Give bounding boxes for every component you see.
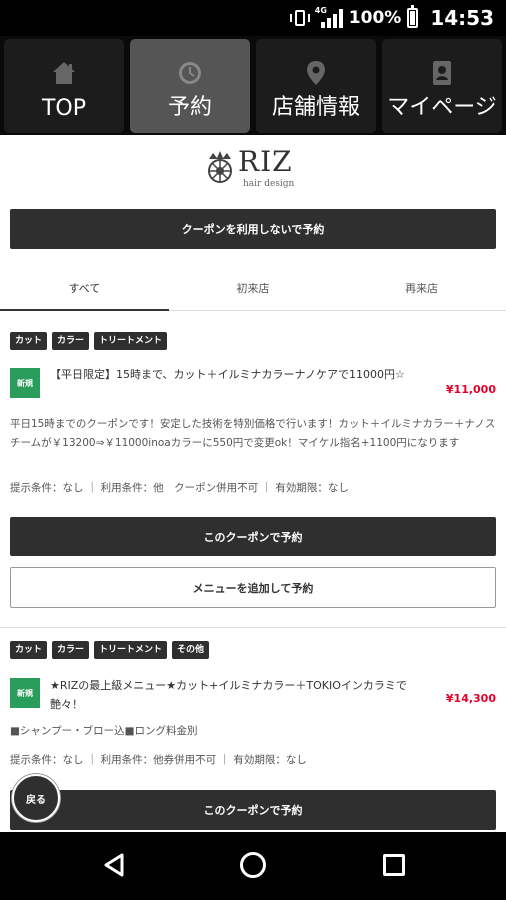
new-customer-badge: 新規	[10, 678, 40, 708]
coupon-divider	[0, 627, 506, 628]
main-content: RIZ hair design クーポンを利用しないで予約 すべて 初来店 再来…	[0, 135, 506, 832]
coupon-filter-tabs: すべて 初来店 再来店	[0, 265, 506, 311]
nav-tab-label: 店舗情報	[271, 94, 360, 120]
coupon-tag: カット	[10, 332, 48, 350]
home-icon	[53, 61, 75, 84]
coupon-tag: トリートメント	[94, 641, 168, 659]
salon-logo: RIZ hair design	[205, 145, 305, 189]
coupon-conditions: 提示条件：なし ｜ 利用条件：他券併用不可 ｜ 有効期限：なし	[10, 754, 307, 766]
back-triangle-icon[interactable]	[103, 852, 125, 878]
coupon-description: ■シャンプー・ブロー込■ロング料金別	[10, 725, 198, 737]
status-bar: 4G 100% 14:53	[0, 0, 506, 36]
coupon-title[interactable]: 【平日限定】15時まで、カット＋イルミナカラーナノケアで11000円☆	[50, 365, 430, 384]
logo-emblem-icon	[208, 151, 232, 183]
system-nav-bar	[0, 832, 506, 900]
home-circle-icon[interactable]	[240, 852, 266, 878]
coupon-description: 平日15時までのクーポンです！安定した技術を特別価格で行います！カット＋イルミナ…	[10, 418, 496, 449]
recent-apps-icon[interactable]	[383, 854, 405, 876]
coupon-tag: その他	[172, 641, 210, 659]
nav-tab-reserve[interactable]: 予約	[130, 38, 250, 133]
tab-first-visit[interactable]: 初来店	[169, 265, 338, 310]
coupon-price: ¥11,000	[445, 383, 496, 396]
clock: 14:53	[430, 6, 494, 30]
reserve-without-coupon-button[interactable]: クーポンを利用しないで予約	[10, 209, 496, 249]
coupon-tag: トリートメント	[94, 332, 168, 350]
coupon-conditions: 提示条件：なし ｜ 利用条件：他 クーポン併用不可 ｜ 有効期限：なし	[10, 482, 349, 494]
add-menu-reserve-button[interactable]: メニューを追加して予約	[10, 567, 496, 608]
reserve-with-coupon-button[interactable]: このクーポンで予約	[10, 790, 496, 830]
clock-icon	[179, 61, 201, 84]
new-customer-badge: 新規	[10, 368, 40, 398]
tab-repeat-visit[interactable]: 再来店	[337, 265, 506, 310]
logo-subtitle: hair design	[243, 179, 295, 189]
battery-percent: 100%	[348, 8, 402, 28]
coupon-tag: カラー	[52, 332, 90, 350]
coupon-title[interactable]: ★RIZの最上級メニュー★カット+イルミナカラー＋TOKIOインカラミで艶々！	[50, 676, 430, 714]
id-card-icon	[433, 60, 451, 85]
battery-icon	[407, 5, 419, 28]
nav-tab-label: 予約	[167, 94, 212, 120]
nav-tab-label: TOP	[41, 95, 87, 121]
coupon-tags: カット カラー トリートメント	[10, 332, 168, 350]
nav-tab-label: マイページ	[387, 94, 497, 120]
signal-icon: 4G	[314, 6, 343, 28]
back-button[interactable]: 戻る	[12, 774, 60, 822]
nav-tab-top[interactable]: TOP	[4, 38, 124, 133]
coupon-price: ¥14,300	[445, 692, 496, 705]
coupon-tag: カット	[10, 641, 48, 659]
nav-tab-store-info[interactable]: 店舗情報	[256, 38, 376, 133]
logo-name: RIZ	[238, 145, 293, 178]
top-nav: TOP 予約 店舗情報 マイページ	[0, 36, 506, 135]
tab-all[interactable]: すべて	[0, 265, 169, 311]
map-pin-icon	[307, 60, 325, 85]
coupon-tags: カット カラー トリートメント その他	[10, 641, 210, 659]
network-type: 4G	[314, 6, 327, 15]
nav-tab-mypage[interactable]: マイページ	[382, 38, 502, 133]
reserve-with-coupon-button[interactable]: このクーポンで予約	[10, 517, 496, 556]
coupon-tag: カラー	[52, 641, 90, 659]
vibrate-icon	[289, 9, 311, 27]
